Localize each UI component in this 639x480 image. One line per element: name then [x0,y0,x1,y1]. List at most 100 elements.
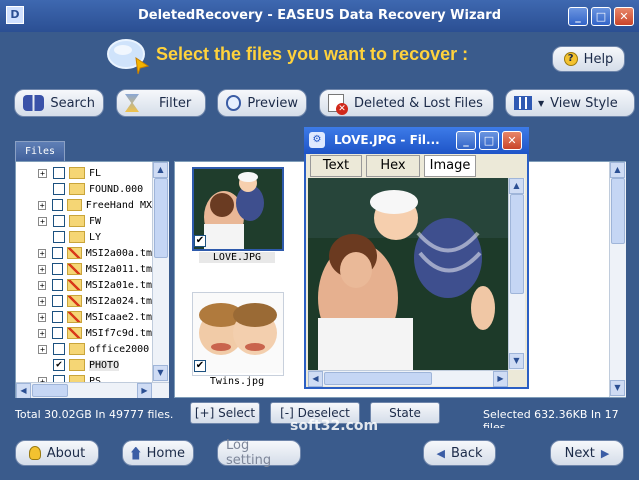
preview-scroll-thumb[interactable] [510,194,524,294]
tree-checkbox[interactable] [52,279,64,291]
deleted-folder-icon [67,263,82,275]
question-icon: ? [563,52,578,66]
expand-icon[interactable]: + [38,312,47,322]
tree-item[interactable]: + MSI2a011.tm [16,261,152,277]
preview-close-button[interactable]: ✕ [502,131,522,150]
scroll-left-icon[interactable]: ◀ [16,383,31,399]
tab-image[interactable]: Image [424,155,476,177]
tree-item[interactable]: + MSI2a01e.tm [16,277,152,293]
tree-item[interactable]: ✔ PHOTO [16,357,152,373]
tree-item[interactable]: + MSIf7c9d.tm [16,325,152,341]
scroll-up-icon[interactable]: ▲ [509,178,524,194]
tree-checkbox[interactable] [52,199,64,211]
deleted-folder-icon [67,279,82,291]
watermark: soft32.com [290,418,379,434]
log-setting-button[interactable]: Log setting [217,438,301,468]
tree-item[interactable]: + MSI2a00a.tm [16,245,152,261]
expand-icon[interactable]: + [38,296,47,306]
folder-icon [67,199,82,211]
tree-vertical-scrollbar[interactable]: ▲ ▼ [152,162,169,382]
tree-item[interactable]: + FreeHand MX [16,197,152,213]
scroll-down-icon[interactable]: ▼ [153,365,168,381]
tree-checkbox[interactable] [53,183,65,195]
maximize-button[interactable]: □ [591,7,611,26]
home-button[interactable]: Home [122,440,194,466]
preview-label: Preview [247,95,298,111]
tree-checkbox[interactable] [53,167,65,179]
expand-icon[interactable]: + [38,168,47,178]
preview-horizontal-scrollbar[interactable]: ◀ ▶ [308,370,508,387]
tree-checkbox[interactable] [53,343,65,355]
file-checkbox-love[interactable]: ✔ [194,235,206,247]
tree-checkbox[interactable] [52,247,64,259]
tree-item[interactable]: + MSIcaae2.tm [16,309,152,325]
back-button[interactable]: ◀ Back [423,440,496,466]
about-button[interactable]: About [15,440,99,466]
preview-maximize-button[interactable]: □ [479,131,499,150]
minimize-button[interactable]: _ [568,7,588,26]
scroll-right-icon[interactable]: ▶ [493,371,508,387]
tree-checkbox[interactable]: ✔ [53,359,65,371]
expand-icon[interactable]: + [38,216,47,226]
preview-hscroll-thumb[interactable] [324,372,432,385]
tree-hscroll-thumb[interactable] [32,384,68,397]
tree-item-label: MSI2a024.tm [85,295,152,307]
tree-checkbox[interactable] [52,311,64,323]
tree-item[interactable]: LY [16,229,152,245]
scroll-up-icon[interactable]: ▲ [153,162,168,178]
tree-item[interactable]: + FL [16,165,152,181]
select-button[interactable]: [+] Select [190,402,260,424]
files-vertical-scrollbar[interactable]: ▲ ▼ [609,162,626,397]
help-button[interactable]: ? Help [552,46,625,72]
tree-horizontal-scrollbar[interactable]: ◀ ▶ [16,382,169,399]
tree-item[interactable]: FOUND.000 [16,181,152,197]
twins-photo-thumbnail [193,293,283,373]
folder-icon [69,183,85,195]
grid-view-icon [514,96,532,110]
scroll-left-icon[interactable]: ◀ [308,371,323,387]
scroll-down-icon[interactable]: ▼ [610,380,625,396]
back-label: Back [450,445,483,461]
expand-icon[interactable]: + [38,328,47,338]
expand-icon[interactable]: + [38,264,47,274]
tree-scroll-thumb[interactable] [154,178,168,258]
tree-checkbox[interactable] [53,215,65,227]
scroll-right-icon[interactable]: ▶ [137,383,152,399]
files-scroll-thumb[interactable] [611,178,625,244]
expand-icon[interactable]: + [38,344,47,354]
tab-text[interactable]: Text [310,155,362,177]
tab-hex[interactable]: Hex [366,155,420,177]
folder-icon [69,231,85,243]
tree-checkbox[interactable] [52,295,64,307]
expand-icon[interactable]: + [38,200,47,210]
state-button[interactable]: State [370,402,440,424]
tree-item[interactable]: + FW [16,213,152,229]
love-photo-thumbnail [194,169,282,249]
preview-minimize-button[interactable]: _ [456,131,476,150]
deleted-lost-files-button[interactable]: ✕ Deleted & Lost Files [319,89,494,117]
about-label: About [46,445,86,461]
close-button[interactable]: ✕ [614,7,634,26]
tree-item[interactable]: + office2000 [16,341,152,357]
tree-item-label: PHOTO [89,359,120,371]
info-bulb-icon [28,446,41,460]
tree-checkbox[interactable] [53,231,65,243]
folder-tree[interactable]: + FL FOUND.000 + FreeHand MX + FW LY + MSI2a00a.t… [15,161,169,399]
tree-checkbox[interactable] [52,327,64,339]
next-button[interactable]: Next ▶ [550,440,624,466]
tab-files[interactable]: Files [15,141,65,162]
tree-checkbox[interactable] [52,263,64,275]
tree-item[interactable]: + MSI2a024.tm [16,293,152,309]
view-style-button[interactable]: ▼ View Style [505,89,635,117]
preview-vertical-scrollbar[interactable]: ▲ ▼ [508,178,525,370]
scroll-down-icon[interactable]: ▼ [509,353,524,369]
search-button[interactable]: Search [14,89,104,117]
preview-button[interactable]: Preview [217,89,307,117]
filter-button[interactable]: Filter [116,89,206,117]
expand-icon[interactable]: + [38,248,47,258]
file-checkbox-twins[interactable]: ✔ [194,360,206,372]
title-bar[interactable]: D DeletedRecovery - EASEUS Data Recovery… [0,0,639,32]
scroll-up-icon[interactable]: ▲ [610,162,625,178]
expand-icon[interactable]: + [38,280,47,290]
tree-item-label: MSIf7c9d.tm [85,327,152,339]
